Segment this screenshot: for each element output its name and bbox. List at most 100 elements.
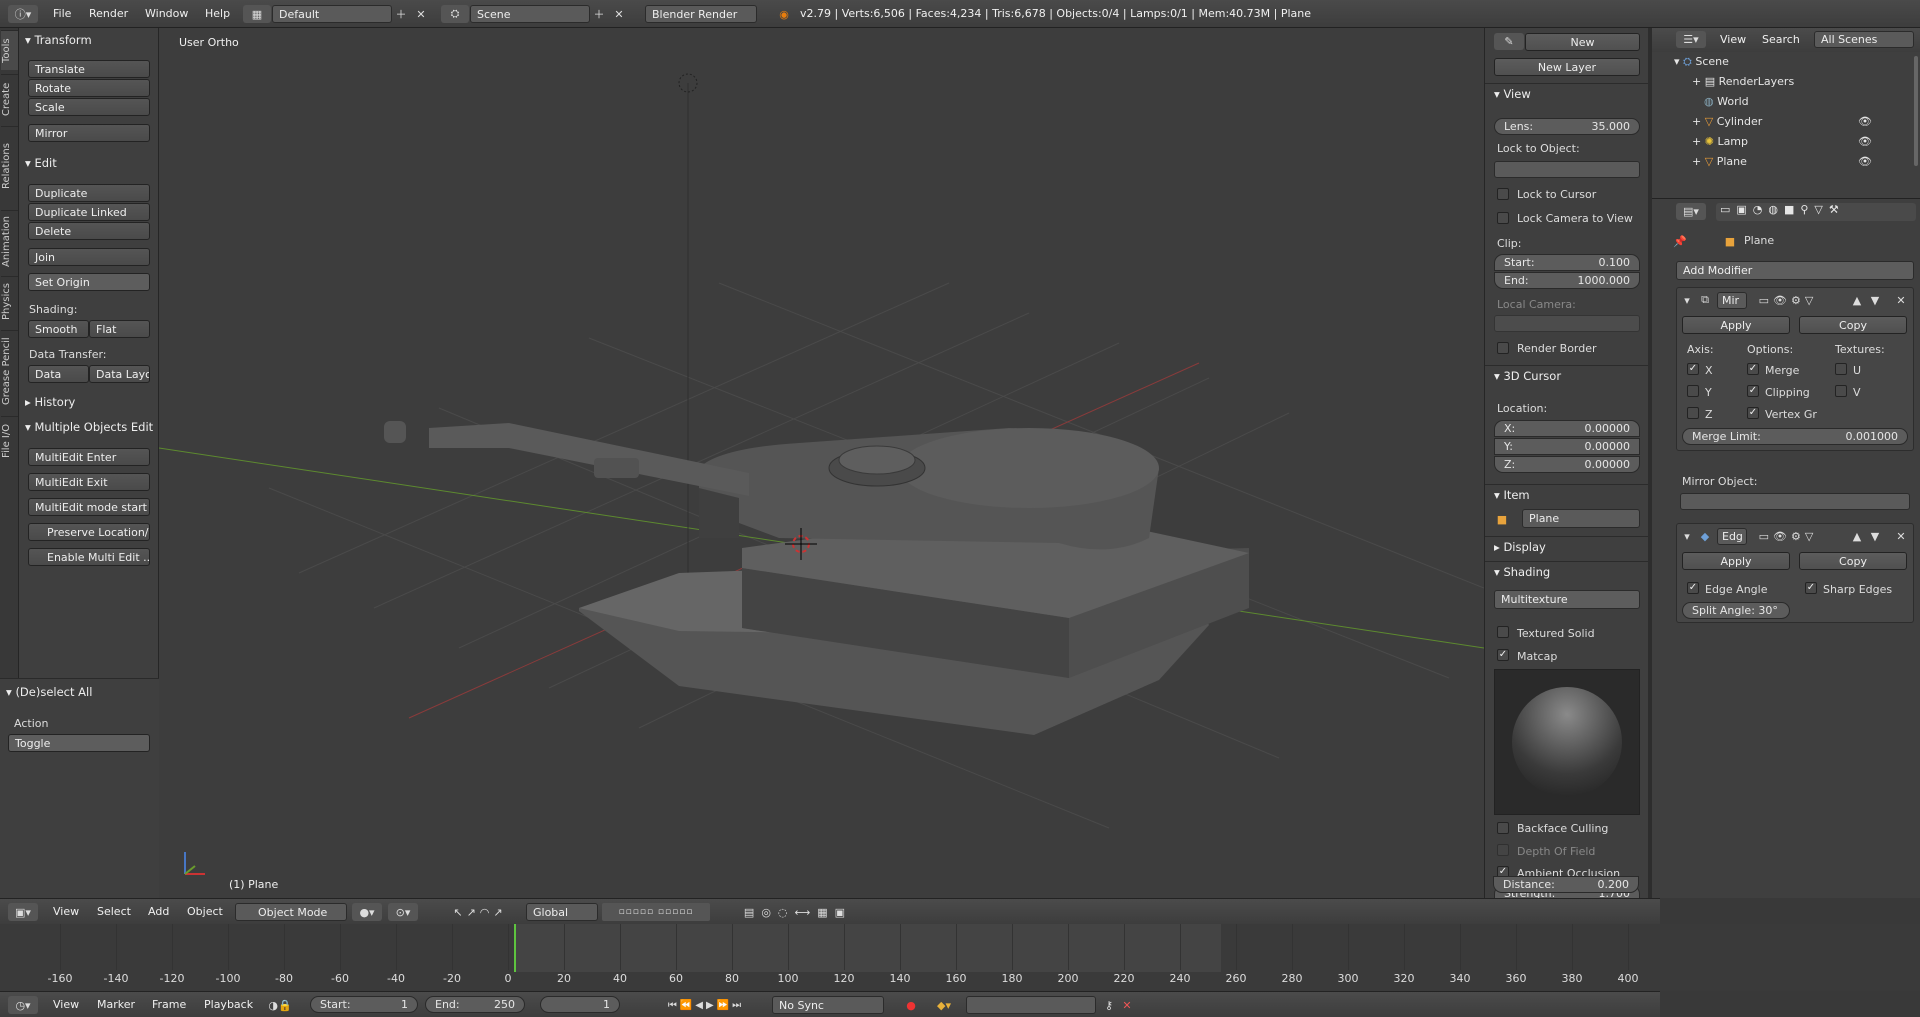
- timeline[interactable]: -160 -140 -120 -100 -80 -60 -40 -20 0 20 40 60 80 100…: [0, 924, 1920, 991]
- multitexture-select[interactable]: Multitexture: [1494, 590, 1640, 609]
- clip-start-field[interactable]: Start: 0.100: [1494, 254, 1640, 271]
- edge-split-apply-button[interactable]: Apply: [1682, 552, 1790, 570]
- merge-limit-field[interactable]: Merge Limit: 0.001000: [1682, 428, 1908, 445]
- visibility-eye-icon[interactable]: 👁: [1858, 155, 1872, 168]
- mirror-object-field[interactable]: [1680, 493, 1910, 510]
- manipulator-icons[interactable]: ↖↗◠↗: [444, 903, 516, 921]
- timeline-editor-icon[interactable]: ◷▾: [8, 996, 38, 1014]
- transform-orientation-select[interactable]: Global: [526, 903, 598, 921]
- lock-object-field[interactable]: [1494, 161, 1640, 178]
- split-angle-field[interactable]: Split Angle: 30°: [1682, 602, 1790, 619]
- timeline-menu-marker[interactable]: Marker: [97, 998, 135, 1011]
- smooth-button[interactable]: Smooth: [28, 320, 89, 338]
- outliner-menu-view[interactable]: View: [1720, 33, 1746, 46]
- move-up-icon[interactable]: ▲: [1849, 528, 1865, 545]
- outliner-row-scene[interactable]: ▾ ⛭ Scene: [1674, 55, 1914, 71]
- outliner-editor-icon[interactable]: ☰▾: [1676, 31, 1706, 48]
- start-frame-field[interactable]: Start: 1: [310, 996, 418, 1013]
- properties-context-tabs[interactable]: ▭▣◔◍■⚲▽⚒: [1716, 203, 1916, 221]
- menu-window[interactable]: Window: [145, 7, 188, 20]
- outliner-row-renderlayers[interactable]: + ▤ RenderLayers: [1692, 75, 1912, 91]
- end-frame-field[interactable]: End: 250: [425, 996, 525, 1013]
- duplicate-linked-button[interactable]: Duplicate Linked: [28, 203, 150, 221]
- remove-modifier-icon[interactable]: ✕: [1893, 528, 1909, 545]
- tab-tools[interactable]: Tools: [1, 30, 18, 70]
- snap-tool-icons[interactable]: ▤◎◌⟷▦▣: [714, 903, 882, 921]
- header-menu-add[interactable]: Add: [148, 905, 169, 918]
- axis-y-checkbox[interactable]: [1687, 385, 1699, 397]
- outliner-row-cylinder[interactable]: + ▽ Cylinder 👁: [1692, 115, 1912, 131]
- outliner-row-plane[interactable]: + ▽ Plane 👁: [1692, 155, 1912, 171]
- move-up-icon[interactable]: ▲: [1849, 292, 1865, 309]
- tab-animation[interactable]: Animation: [1, 210, 18, 272]
- mirror-name-field[interactable]: Mir: [1717, 292, 1747, 309]
- info-editor-icon[interactable]: ⓘ▾: [8, 5, 38, 23]
- properties-editor-icon[interactable]: ▤▾: [1676, 203, 1706, 220]
- lock-cursor-checkbox[interactable]: [1497, 188, 1509, 200]
- axis-z-checkbox[interactable]: [1687, 407, 1699, 419]
- menu-file[interactable]: File: [53, 7, 71, 20]
- lock-camera-checkbox[interactable]: [1497, 212, 1509, 224]
- tab-physics[interactable]: Physics: [1, 276, 18, 326]
- header-menu-select[interactable]: Select: [97, 905, 131, 918]
- remove-layout-icon[interactable]: ✕: [413, 5, 429, 23]
- display-panel-header[interactable]: ▸ Display: [1485, 536, 1649, 556]
- pivot-point-icon[interactable]: ⊙▾: [388, 903, 418, 921]
- playback-controls[interactable]: ⏮⏪◀▶⏩⏭: [646, 996, 766, 1014]
- flat-button[interactable]: Flat: [89, 320, 150, 338]
- edge-split-copy-button[interactable]: Copy: [1799, 552, 1907, 570]
- record-icon[interactable]: ●: [902, 996, 920, 1014]
- cursor-x-field[interactable]: X: 0.00000: [1494, 420, 1640, 437]
- edge-angle-checkbox[interactable]: ✓: [1687, 582, 1699, 594]
- texture-u-checkbox[interactable]: [1835, 363, 1847, 375]
- multi-edit-panel-header[interactable]: ▾ Multiple Objects Edit: [19, 417, 159, 437]
- outliner-menu-search[interactable]: Search: [1762, 33, 1800, 46]
- timeline-menu-frame[interactable]: Frame: [152, 998, 186, 1011]
- add-layout-icon[interactable]: ＋: [393, 5, 409, 23]
- menu-render[interactable]: Render: [89, 7, 128, 20]
- 3d-viewport[interactable]: User Ortho (1) Plane: [159, 28, 1484, 898]
- mirror-copy-button[interactable]: Copy: [1799, 316, 1907, 334]
- multiedit-exit-button[interactable]: MultiEdit Exit: [28, 473, 150, 491]
- collapse-icon[interactable]: ▾: [1681, 292, 1693, 308]
- mirror-toggle-icons[interactable]: ▭👁⚙▽: [1753, 292, 1823, 309]
- scene-field[interactable]: Scene: [470, 5, 590, 23]
- outliner-filter-select[interactable]: All Scenes: [1814, 31, 1914, 48]
- preview-range-icon[interactable]: ◑🔒: [264, 996, 296, 1014]
- history-panel-header[interactable]: ▸ History: [19, 392, 159, 412]
- lens-field[interactable]: Lens: 35.000: [1494, 118, 1640, 135]
- move-down-icon[interactable]: ▼: [1867, 292, 1883, 309]
- shading-panel-header[interactable]: ▾ Shading: [1485, 561, 1649, 581]
- textured-solid-checkbox[interactable]: [1497, 626, 1509, 638]
- preserve-location-button[interactable]: Preserve Location/...: [28, 523, 150, 541]
- matcap-checkbox[interactable]: ✓: [1497, 649, 1509, 661]
- header-menu-view[interactable]: View: [53, 905, 79, 918]
- visibility-eye-icon[interactable]: 👁: [1858, 135, 1872, 148]
- clip-end-field[interactable]: End: 1000.000: [1494, 272, 1640, 289]
- remove-scene-icon[interactable]: ✕: [611, 5, 627, 23]
- object-mode-select[interactable]: Object Mode: [235, 903, 347, 921]
- merge-checkbox[interactable]: ✓: [1747, 363, 1759, 375]
- duplicate-button[interactable]: Duplicate: [28, 184, 150, 202]
- layer-buttons[interactable]: ▫▫▫▫▫ ▫▫▫▫▫: [602, 903, 710, 921]
- multiedit-enter-button[interactable]: MultiEdit Enter: [28, 448, 150, 466]
- ao-distance-field[interactable]: Distance: 0.200: [1493, 876, 1639, 893]
- new-layer-button[interactable]: New Layer: [1494, 58, 1640, 76]
- transform-panel-header[interactable]: ▾ Transform: [19, 30, 159, 50]
- render-engine-select[interactable]: Blender Render: [645, 5, 757, 23]
- render-border-checkbox[interactable]: [1497, 342, 1509, 354]
- cursor-z-field[interactable]: Z: 0.00000: [1494, 456, 1640, 473]
- menu-help[interactable]: Help: [205, 7, 230, 20]
- join-button[interactable]: Join: [28, 248, 150, 266]
- rotate-button[interactable]: Rotate: [28, 79, 150, 97]
- item-name-field[interactable]: Plane: [1522, 509, 1640, 528]
- new-button[interactable]: New: [1525, 33, 1640, 51]
- timeline-menu-playback[interactable]: Playback: [204, 998, 253, 1011]
- deselect-panel-header[interactable]: ▾ (De)select All: [0, 682, 159, 702]
- outliner-scrollbar[interactable]: [1914, 56, 1918, 166]
- current-frame-field[interactable]: 1: [540, 996, 620, 1013]
- axis-x-checkbox[interactable]: ✓: [1687, 363, 1699, 375]
- tab-grease-pencil[interactable]: Grease Pencil: [1, 330, 18, 412]
- data-button[interactable]: Data: [28, 365, 89, 383]
- backface-checkbox[interactable]: [1497, 822, 1509, 834]
